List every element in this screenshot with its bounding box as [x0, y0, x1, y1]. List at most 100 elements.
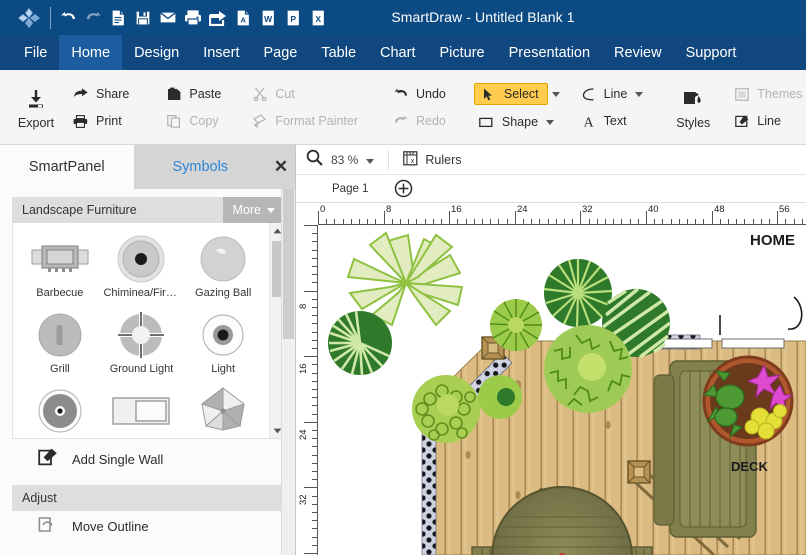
ruler-tick	[312, 545, 317, 546]
new-document-icon[interactable]	[107, 7, 129, 29]
horizontal-ruler[interactable]: 08162432404856	[318, 203, 806, 225]
ruler-tick	[794, 219, 795, 224]
flower-planter	[704, 357, 792, 445]
ruler-tick	[312, 258, 317, 259]
drawing-canvas[interactable]: HOME DECK	[318, 225, 806, 555]
ruler-tick	[408, 219, 409, 224]
select-tool-button[interactable]: Select	[474, 83, 548, 105]
more-button[interactable]: More	[223, 197, 285, 223]
ruler-tick	[312, 250, 317, 251]
paste-button[interactable]: Paste	[161, 84, 225, 104]
ruler-tick	[384, 211, 385, 224]
export-button[interactable]: Export	[10, 86, 62, 130]
export-pdf-icon[interactable]: A	[232, 7, 254, 29]
ruler-tick	[531, 219, 532, 224]
symbol-gazing-ball[interactable]: Gazing Ball	[182, 229, 264, 305]
menu-item-page[interactable]: Page	[251, 35, 309, 70]
menu-item-insert[interactable]: Insert	[191, 35, 251, 70]
menu-item-presentation[interactable]: Presentation	[497, 35, 602, 70]
page-tab-1[interactable]: Page 1	[318, 179, 382, 199]
menu-item-design[interactable]: Design	[122, 35, 191, 70]
redo-button[interactable]: Redo	[388, 111, 450, 131]
ruler-tick	[785, 219, 786, 224]
share-icon[interactable]	[207, 7, 229, 29]
themes-icon	[733, 88, 750, 101]
ruler-tick	[769, 219, 770, 224]
undo-label: Undo	[416, 87, 446, 101]
themes-button[interactable]: Themes	[729, 84, 806, 104]
svg-text:x: x	[411, 158, 415, 165]
menu-item-chart[interactable]: Chart	[368, 35, 427, 70]
magnifier-icon[interactable]	[306, 149, 323, 171]
add-page-icon[interactable]	[392, 178, 414, 200]
share-icon	[72, 88, 89, 100]
symbol-patio-heater[interactable]: Patio Heater	[19, 381, 101, 439]
symbol-chiminea[interactable]: Chiminea/Fire...	[101, 229, 183, 305]
rectangle-icon	[478, 117, 495, 128]
tab-symbols[interactable]: Symbols	[134, 145, 268, 189]
ribbon-group-export: Export Share Print	[0, 70, 143, 145]
rulers-toggle[interactable]: x Rulers	[403, 151, 461, 169]
format-painter-button[interactable]: Format Painter	[247, 111, 362, 131]
ruler-tick	[433, 219, 434, 224]
symbol-label: Gazing Ball	[195, 287, 251, 299]
menu-item-file[interactable]: File	[12, 35, 59, 70]
symbol-grill[interactable]: Grill	[19, 305, 101, 381]
menu-item-table[interactable]: Table	[309, 35, 368, 70]
symbol-barbecue[interactable]: Barbecue	[19, 229, 101, 305]
ruler-tick	[671, 219, 672, 224]
vertical-ruler[interactable]: 816243240	[296, 225, 318, 555]
ruler-tick	[343, 219, 344, 224]
export-word-icon[interactable]: W	[257, 7, 279, 29]
panel-scrollbar-thumb[interactable]	[283, 189, 294, 339]
share-button[interactable]: Share	[68, 84, 133, 104]
move-outline-button[interactable]: Move Outline	[12, 511, 285, 541]
text-tool-button[interactable]: A Text	[576, 111, 631, 131]
add-single-wall-button[interactable]: Add Single Wall	[12, 439, 285, 479]
menu-item-picture[interactable]: Picture	[427, 35, 496, 70]
line-format-button[interactable]: Line	[729, 111, 806, 131]
symbol-side-table[interactable]: Side Table	[101, 381, 183, 439]
ruler-tick	[703, 219, 704, 224]
line-dropdown-caret-icon[interactable]	[631, 84, 647, 104]
scissors-icon	[251, 87, 268, 101]
symbol-oval-umbrella[interactable]: Oval Umbrella...	[182, 381, 264, 439]
menu-item-home[interactable]: Home	[59, 35, 122, 70]
redo-icon[interactable]	[82, 7, 104, 29]
tab-smartpanel[interactable]: SmartPanel	[0, 145, 134, 189]
themes-label: Themes	[757, 87, 802, 101]
symbol-light[interactable]: Light	[182, 305, 264, 381]
print-icon[interactable]	[182, 7, 204, 29]
select-dropdown-caret-icon[interactable]	[548, 84, 564, 104]
shape-tool-button[interactable]: Shape	[474, 112, 542, 132]
undo-icon[interactable]	[57, 7, 79, 29]
zoom-dropdown-caret-icon[interactable]	[366, 151, 374, 169]
format-painter-label: Format Painter	[275, 114, 358, 128]
export-excel-icon[interactable]: X	[307, 7, 329, 29]
save-icon[interactable]	[132, 7, 154, 29]
print-label: Print	[96, 114, 122, 128]
panel-scrollbar[interactable]	[281, 189, 295, 555]
symbol-label: Grill	[50, 363, 70, 375]
copy-button[interactable]: Copy	[161, 111, 225, 131]
select-label: Select	[504, 87, 539, 101]
export-powerpoint-icon[interactable]: P	[282, 7, 304, 29]
shape-dropdown-caret-icon[interactable]	[542, 112, 558, 132]
paste-icon	[165, 87, 182, 101]
cut-button[interactable]: Cut	[247, 84, 362, 104]
symbol-ground-light[interactable]: Ground Light	[101, 305, 183, 381]
shrub-spiky-lime	[490, 299, 542, 351]
light-icon	[191, 309, 255, 361]
styles-button[interactable]: Styles	[667, 86, 719, 130]
ruler-tick	[367, 219, 368, 224]
email-icon[interactable]	[157, 7, 179, 29]
ribbon-toolbar: Export Share Print	[0, 70, 806, 145]
undo-button[interactable]: Undo	[388, 84, 450, 104]
line-tool-button[interactable]: Line	[576, 84, 632, 104]
print-button[interactable]: Print	[68, 111, 133, 131]
menu-item-support[interactable]: Support	[674, 35, 749, 70]
menu-item-review[interactable]: Review	[602, 35, 674, 70]
ruler-tick	[507, 219, 508, 224]
zoom-level-value[interactable]: 83 %	[331, 153, 358, 167]
close-panel-icon[interactable]: ✕	[267, 145, 295, 189]
